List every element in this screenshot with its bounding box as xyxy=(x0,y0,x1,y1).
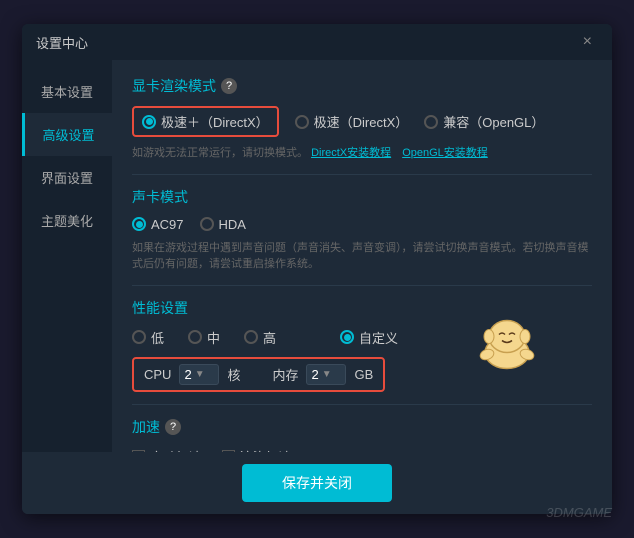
perf-option-3[interactable]: 自定义 xyxy=(340,328,398,347)
dialog-footer: 保存并关闭 xyxy=(22,452,612,514)
mem-unit: GB xyxy=(354,367,373,382)
audio-radio-group: AC97 HDA xyxy=(132,217,592,232)
cpu-label: CPU xyxy=(144,367,171,382)
accel-section: 加速 ? 启动加速 渲染加速 xyxy=(132,417,592,453)
perf-radio-2 xyxy=(244,330,258,344)
mem-select[interactable]: 2 ▼ xyxy=(306,364,346,385)
watermark: 3DMGAME xyxy=(546,505,612,520)
perf-section-title: 性能设置 xyxy=(132,298,592,318)
accel-section-title: 加速 ? xyxy=(132,417,592,437)
cpu-value: 2 xyxy=(184,367,191,382)
audio-label-0: AC97 xyxy=(151,217,184,232)
gpu-radio-2 xyxy=(424,115,438,129)
gpu-label-2: 兼容（OpenGL） xyxy=(443,112,544,131)
perf-radio-0 xyxy=(132,330,146,344)
opengl-link[interactable]: OpenGL安装教程 xyxy=(402,147,488,159)
perf-option-1[interactable]: 中 xyxy=(188,328,220,347)
perf-radio-inner-3 xyxy=(344,334,351,341)
gpu-radio-0 xyxy=(142,115,156,129)
audio-section-title: 声卡模式 xyxy=(132,187,592,207)
close-button[interactable]: × xyxy=(577,32,598,52)
audio-radio-inner-0 xyxy=(136,221,143,228)
gpu-radio-inner-0 xyxy=(146,118,153,125)
directx-link[interactable]: DirectX安装教程 xyxy=(311,147,391,159)
audio-hint: 如果在游戏过程中遇到声音问题（声音消失、声音变调），请尝试切换声音模式。若切换声… xyxy=(132,240,592,273)
divider-2 xyxy=(132,285,592,286)
save-close-button[interactable]: 保存并关闭 xyxy=(242,464,392,502)
sidebar-item-advanced[interactable]: 高级设置 xyxy=(22,113,112,156)
cpu-select[interactable]: 2 ▼ xyxy=(179,364,219,385)
perf-radio-1 xyxy=(188,330,202,344)
gpu-help-icon[interactable]: ? xyxy=(221,78,237,94)
mem-value: 2 xyxy=(311,367,318,382)
cpu-chevron-icon: ▼ xyxy=(195,369,205,380)
gpu-radio-1 xyxy=(295,115,309,129)
dialog-body: 基本设置 高级设置 界面设置 主题美化 显卡渲染模式 ? 极速＋（DirectX… xyxy=(22,60,612,452)
perf-option-2[interactable]: 高 xyxy=(244,328,276,347)
audio-option-1[interactable]: HDA xyxy=(200,217,246,232)
gpu-section-title: 显卡渲染模式 ? xyxy=(132,76,592,96)
gpu-hint: 如游戏无法正常运行，请切换模式。 DirectX安装教程 OpenGL安装教程 xyxy=(132,145,592,162)
settings-content: 显卡渲染模式 ? 极速＋（DirectX） 极速（DirectX） 兼容（Ope… xyxy=(112,60,612,452)
mem-label: 内存 xyxy=(272,365,298,384)
perf-label-3: 自定义 xyxy=(359,328,398,347)
audio-label-1: HDA xyxy=(219,217,246,232)
gpu-option-2[interactable]: 兼容（OpenGL） xyxy=(424,112,544,131)
gpu-label-1: 极速（DirectX） xyxy=(314,112,409,131)
perf-label-1: 中 xyxy=(207,328,220,347)
sidebar-item-basic[interactable]: 基本设置 xyxy=(22,70,112,113)
divider-1 xyxy=(132,174,592,175)
mascot-image xyxy=(477,316,537,371)
perf-radio-3 xyxy=(340,330,354,344)
audio-radio-0 xyxy=(132,217,146,231)
sidebar-item-ui[interactable]: 界面设置 xyxy=(22,156,112,199)
perf-label-0: 低 xyxy=(151,328,164,347)
perf-section: 性能设置 xyxy=(132,298,592,392)
audio-radio-1 xyxy=(200,217,214,231)
audio-option-0[interactable]: AC97 xyxy=(132,217,184,232)
dialog-title: 设置中心 xyxy=(36,33,88,52)
gpu-radio-group: 极速＋（DirectX） 极速（DirectX） 兼容（OpenGL） xyxy=(132,106,592,137)
divider-3 xyxy=(132,404,592,405)
title-bar: 设置中心 × xyxy=(22,24,612,60)
gpu-option-0[interactable]: 极速＋（DirectX） xyxy=(132,106,279,137)
gpu-label-0: 极速＋（DirectX） xyxy=(161,112,269,131)
cpu-unit: 核 xyxy=(227,365,240,384)
accel-help-icon[interactable]: ? xyxy=(165,419,181,435)
perf-label-2: 高 xyxy=(263,328,276,347)
settings-dialog: 设置中心 × 基本设置 高级设置 界面设置 主题美化 显卡渲染模式 ? 极 xyxy=(22,24,612,514)
mem-chevron-icon: ▼ xyxy=(322,369,332,380)
sidebar: 基本设置 高级设置 界面设置 主题美化 xyxy=(22,60,112,452)
cpu-mem-row: CPU 2 ▼ 核 内存 2 ▼ GB xyxy=(132,357,385,392)
gpu-option-1[interactable]: 极速（DirectX） xyxy=(295,112,409,131)
sidebar-item-theme[interactable]: 主题美化 xyxy=(22,199,112,242)
perf-option-0[interactable]: 低 xyxy=(132,328,164,347)
